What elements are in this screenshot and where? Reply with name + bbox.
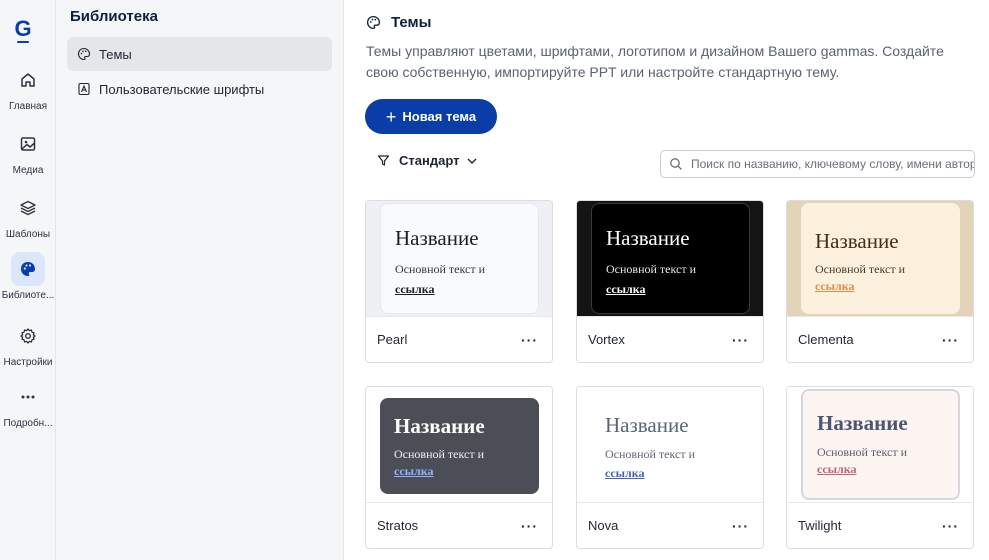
card-footer: Clementa ···: [787, 316, 973, 362]
theme-card-stratos[interactable]: Название Основной текст и ссылка Stratos…: [365, 386, 553, 549]
gear-icon: [11, 319, 45, 353]
theme-name: Twilight: [798, 518, 842, 533]
plus-icon: +: [385, 106, 397, 127]
filter-dropdown[interactable]: Стандарт: [377, 153, 478, 168]
preview-link: ссылка: [817, 462, 857, 476]
more-options-icon[interactable]: ···: [942, 332, 959, 348]
preview-body: Основной текст и: [817, 445, 908, 459]
more-options-icon[interactable]: ···: [732, 518, 749, 534]
theme-card-vortex[interactable]: Название Основной текст и ссылка Vortex …: [576, 200, 764, 363]
theme-preview: Название Основной текст и ссылка: [577, 201, 763, 316]
svg-text:G: G: [14, 16, 31, 41]
more-options-icon[interactable]: ···: [521, 332, 538, 348]
main-content: Темы Темы управляют цветами, шрифтами, л…: [344, 0, 989, 560]
library-item-themes[interactable]: Темы: [67, 37, 332, 71]
preview-link: ссылка: [605, 466, 645, 480]
new-theme-label: Новая тема: [402, 109, 477, 124]
preview-title: Название: [395, 226, 479, 250]
card-footer: Stratos ···: [366, 502, 552, 548]
preview-title: Название: [394, 414, 485, 438]
page-title-text: Темы: [391, 14, 432, 31]
home-icon: [11, 63, 45, 97]
image-icon: [11, 127, 45, 161]
rail-item-settings[interactable]: Настройки: [0, 319, 56, 375]
preview-link: ссылка: [395, 282, 435, 296]
library-item-custom-fonts[interactable]: Пользовательские шрифты: [67, 72, 332, 106]
rail-item-more[interactable]: Подробн...: [0, 380, 56, 436]
more-options-icon[interactable]: ···: [942, 518, 959, 534]
theme-preview: Название Основной текст и ссылка: [577, 387, 763, 502]
rail-item-library[interactable]: Библиоте...: [0, 252, 56, 308]
theme-preview: Название Основной текст и ссылка: [366, 201, 552, 316]
preview-link: ссылка: [606, 282, 646, 296]
preview-title: Название: [817, 411, 908, 435]
new-theme-button[interactable]: + Новая тема: [365, 99, 497, 134]
search-box[interactable]: [660, 150, 975, 178]
layers-icon: [11, 191, 45, 225]
preview-body: Основной текст и: [815, 262, 906, 276]
theme-preview: Название Основной текст и ссылка: [787, 387, 973, 502]
card-footer: Pearl ···: [366, 316, 552, 362]
rail-item-media[interactable]: Медиа: [0, 127, 56, 183]
library-title: Библиотека: [70, 8, 158, 25]
theme-name: Pearl: [377, 332, 408, 347]
theme-name: Vortex: [588, 332, 625, 347]
rail-label: Медиа: [12, 165, 44, 176]
rail-label: Главная: [8, 101, 48, 112]
card-footer: Nova ···: [577, 502, 763, 548]
search-input[interactable]: [691, 157, 974, 171]
rail-label: Настройки: [3, 357, 53, 368]
theme-preview: Название Основной текст и ссылка: [787, 201, 973, 316]
preview-body: Основной текст и: [395, 262, 486, 276]
more-options-icon[interactable]: ···: [732, 332, 749, 348]
palette-icon: [77, 47, 91, 61]
preview-title: Название: [605, 413, 689, 437]
palette-icon: [366, 15, 381, 30]
card-footer: Vortex ···: [577, 316, 763, 362]
library-item-label: Пользовательские шрифты: [99, 81, 265, 97]
filter-icon: [377, 155, 390, 166]
gamma-logo-icon[interactable]: G: [11, 14, 35, 44]
page-title: Темы: [366, 14, 431, 31]
library-panel: Библиотека Темы Пользовательские шрифты: [56, 0, 344, 560]
search-icon: [670, 158, 682, 170]
chevron-down-icon: [467, 158, 477, 164]
rail-item-home[interactable]: Главная: [0, 63, 56, 119]
rail-label: Подробн...: [3, 418, 53, 429]
preview-title: Название: [606, 226, 690, 250]
preview-body: Основной текст и: [605, 447, 696, 461]
preview-title: Название: [815, 229, 899, 253]
more-icon: [11, 380, 45, 414]
preview-body: Основной текст и: [606, 262, 697, 276]
card-footer: Twilight ···: [787, 502, 973, 548]
page-description: Темы управляют цветами, шрифтами, логоти…: [366, 43, 944, 80]
rail-label: Шаблоны: [5, 229, 51, 240]
left-rail: G Главная Медиа Шаблоны Библиоте... Наст…: [0, 0, 56, 560]
rail-label: Библиоте...: [1, 290, 55, 301]
filter-label: Стандарт: [399, 153, 460, 168]
theme-name: Clementa: [798, 332, 854, 347]
more-options-icon[interactable]: ···: [521, 518, 538, 534]
theme-card-nova[interactable]: Название Основной текст и ссылка Nova ··…: [576, 386, 764, 549]
theme-card-pearl[interactable]: Название Основной текст и ссылка Pearl ·…: [365, 200, 553, 363]
preview-link: ссылка: [394, 464, 434, 478]
font-icon: [78, 82, 90, 96]
theme-card-clementa[interactable]: Название Основной текст и ссылка Clement…: [786, 200, 974, 363]
preview-link: ссылка: [815, 279, 855, 293]
theme-preview: Название Основной текст и ссылка: [366, 387, 552, 502]
theme-name: Nova: [588, 518, 619, 533]
library-item-label: Темы: [99, 46, 132, 62]
preview-body: Основной текст и: [394, 447, 485, 461]
theme-name: Stratos: [377, 518, 419, 533]
rail-item-templates[interactable]: Шаблоны: [0, 191, 56, 247]
palette-icon: [11, 252, 45, 286]
theme-card-twilight[interactable]: Название Основной текст и ссылка Twiligh…: [786, 386, 974, 549]
